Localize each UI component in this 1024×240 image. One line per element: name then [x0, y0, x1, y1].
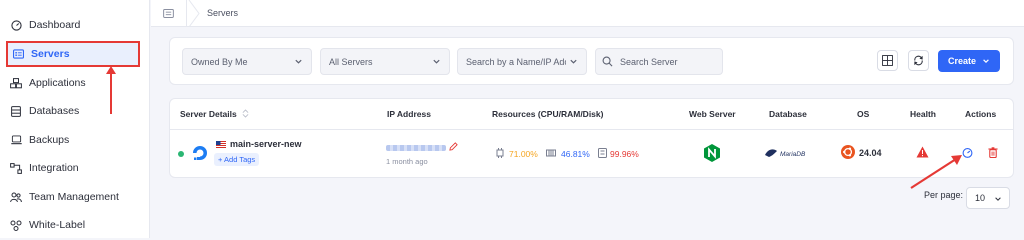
chevron-down-icon [295, 59, 302, 64]
search-placeholder: Search Server [620, 56, 678, 67]
breadcrumb-separator-icon [188, 0, 200, 27]
disk-icon [598, 148, 607, 158]
sort-icon[interactable] [242, 109, 249, 118]
server-icon [12, 48, 24, 60]
applications-icon [10, 77, 22, 89]
ram-usage: 46.81% [561, 149, 590, 159]
sidebar-item-label: Backups [29, 134, 70, 146]
col-resources: Resources (CPU/RAM/Disk) [492, 109, 604, 119]
col-ip-address: IP Address [387, 109, 431, 119]
database-name: MariaDB [780, 151, 806, 158]
sidebar-item-applications[interactable]: Applications [10, 70, 138, 96]
annotation-arrow-icon [106, 66, 116, 114]
sidebar-item-servers[interactable]: Servers [6, 41, 140, 67]
sidebar-item-label: Team Management [29, 191, 119, 203]
search-icon [602, 56, 613, 67]
status-dot-online [178, 151, 184, 157]
breadcrumb-current: Servers [207, 8, 239, 18]
cpu-icon [496, 148, 504, 158]
ip-address-redacted [386, 145, 446, 151]
col-health: Health [910, 109, 936, 119]
chevron-down-icon [995, 197, 1001, 201]
delete-icon[interactable] [988, 147, 998, 158]
sidebar-item-label: Servers [31, 48, 70, 60]
search-by-select[interactable]: Search by a Name/IP Adc [457, 48, 587, 75]
white-label-icon [10, 219, 22, 231]
integration-icon [10, 162, 22, 174]
sidebar-item-label: Applications [29, 77, 86, 89]
sidebar-item-databases[interactable]: Databases [10, 98, 138, 124]
search-input[interactable]: Search Server [595, 48, 723, 75]
add-tags-button[interactable]: + Add Tags [214, 153, 260, 166]
breadcrumb-server-icon[interactable] [151, 0, 187, 27]
disk-usage: 99.96% [610, 149, 639, 159]
per-page-label: Per page: [924, 190, 964, 200]
ram-icon [546, 149, 556, 157]
ip-added-time: 1 month ago [386, 157, 428, 166]
create-button[interactable]: Create [938, 50, 1000, 72]
digitalocean-icon [193, 146, 207, 160]
refresh-button[interactable] [908, 50, 929, 71]
sidebar-item-label: Databases [29, 105, 80, 117]
backup-icon [10, 134, 22, 146]
chevron-down-icon [433, 59, 440, 64]
topbar: Servers [151, 0, 1024, 27]
col-actions: Actions [965, 109, 997, 119]
us-flag-icon [216, 141, 226, 148]
sidebar-item-backups[interactable]: Backups [10, 127, 138, 153]
table-header: Server Details IP Address Resources (CPU… [170, 99, 1013, 130]
gauge-icon [10, 19, 22, 31]
create-button-label: Create [947, 56, 976, 66]
per-page-select[interactable]: 10 [966, 187, 1010, 209]
chevron-down-icon [570, 59, 577, 64]
search-by-select-value: Search by a Name/IP Adc [466, 56, 566, 67]
grid-view-button[interactable] [877, 50, 898, 71]
server-name-link[interactable]: main-server-new [230, 139, 302, 149]
per-page-value: 10 [975, 193, 986, 203]
col-server-details[interactable]: Server Details [180, 109, 249, 119]
sidebar-item-integration[interactable]: Integration [10, 155, 138, 181]
sidebar-item-label: Dashboard [29, 19, 81, 31]
col-os: OS [857, 109, 870, 119]
refresh-icon [914, 55, 923, 66]
filter-bar: Owned By Me All Servers Search by a Name… [169, 37, 1014, 85]
database-icon [10, 105, 22, 117]
os-version: 24.04 [859, 148, 882, 158]
servers-table: Server Details IP Address Resources (CPU… [169, 98, 1014, 178]
col-server-details-label: Server Details [180, 109, 237, 119]
sidebar: Dashboard Servers Applications Databases… [0, 0, 150, 238]
team-icon [10, 191, 22, 203]
col-database: Database [769, 109, 807, 119]
edit-pencil-icon[interactable] [449, 142, 458, 151]
grid-icon [882, 55, 893, 66]
annotation-arrow-icon [910, 155, 962, 189]
server-type-select[interactable]: All Servers [320, 48, 450, 75]
sidebar-item-label: Integration [29, 162, 79, 174]
sidebar-item-white-label[interactable]: White-Label [10, 212, 138, 238]
nginx-icon [704, 144, 720, 162]
sidebar-item-dashboard[interactable]: Dashboard [10, 12, 138, 38]
owner-select-value: Owned By Me [191, 56, 248, 67]
cpu-usage: 71.00% [509, 149, 538, 159]
owner-select[interactable]: Owned By Me [182, 48, 312, 75]
sidebar-item-label: White-Label [29, 219, 86, 231]
sidebar-item-team-management[interactable]: Team Management [10, 184, 138, 210]
ubuntu-icon [841, 145, 855, 159]
server-type-select-value: All Servers [329, 56, 373, 67]
col-web-server: Web Server [689, 109, 736, 119]
chevron-down-icon [983, 59, 989, 64]
